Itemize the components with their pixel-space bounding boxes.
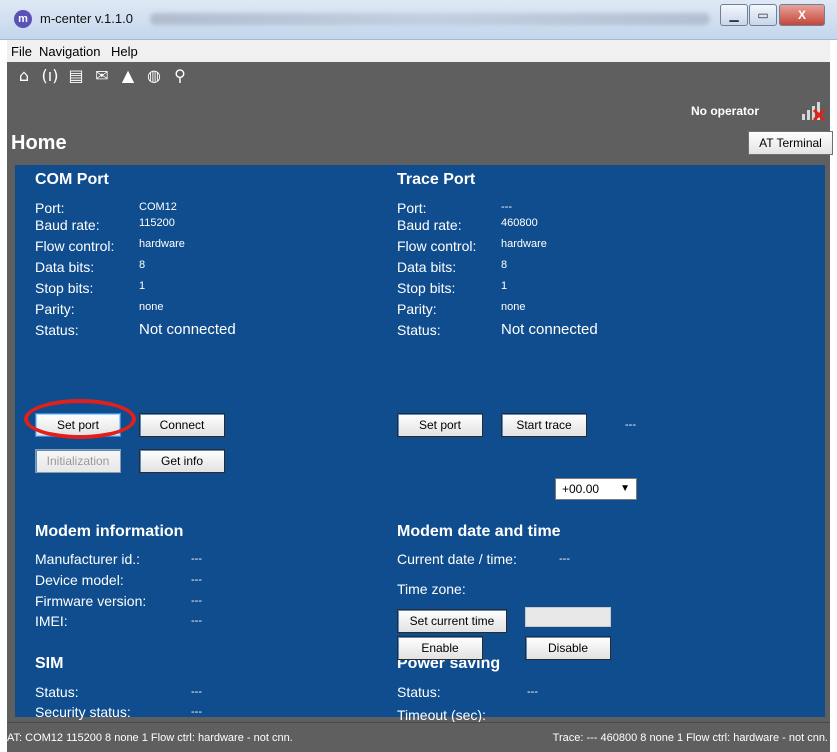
com-flow-value: hardware — [139, 238, 185, 250]
com-status-label: Status: — [35, 322, 79, 338]
timeout-label: Timeout (sec): — [397, 707, 486, 723]
trace-baud-value: 460800 — [501, 217, 538, 229]
start-trace-button[interactable]: Start trace — [501, 413, 587, 437]
trace-baud-label: Baud rate: — [397, 217, 462, 233]
minimize-button[interactable]: ▁ — [720, 4, 748, 26]
device-model-value: --- — [191, 574, 202, 586]
com-port-value: COM12 — [139, 201, 177, 213]
com-stopbits-label: Stop bits: — [35, 280, 94, 296]
com-parity-label: Parity: — [35, 301, 75, 317]
sim-status-value: --- — [191, 686, 202, 698]
security-status-value: --- — [191, 706, 202, 718]
chevron-down-icon: ▼ — [620, 483, 630, 494]
at-status-text: AT: COM12 115200 8 none 1 Flow ctrl: har… — [7, 732, 293, 744]
com-baud-label: Baud rate: — [35, 217, 100, 233]
app-area: ⌂ (ı) ▤ ✉ ▲ ◍ ⚲ No operator Home AT Term… — [7, 62, 833, 723]
com-parity-value: none — [139, 301, 164, 313]
disable-button[interactable]: Disable — [525, 636, 611, 660]
com-port-label: Port: — [35, 200, 65, 216]
time-zone-value: +00.00 — [562, 482, 600, 496]
trace-status-text: Trace: --- 460800 8 none 1 Flow ctrl: ha… — [552, 732, 828, 744]
trace-databits-label: Data bits: — [397, 259, 457, 275]
trace-port-label: Port: — [397, 200, 427, 216]
mail-icon[interactable]: ✉ — [93, 66, 111, 86]
trace-stopbits-label: Stop bits: — [397, 280, 456, 296]
highlight-ellipse — [24, 399, 136, 439]
trace-port-title: Trace Port — [397, 171, 476, 188]
antenna-icon[interactable]: ⚲ — [171, 66, 189, 86]
com-stopbits-value: 1 — [139, 280, 146, 292]
manufacturer-value: --- — [191, 553, 202, 565]
security-status-label: Security status: — [35, 704, 131, 720]
com-databits-value: 8 — [139, 259, 146, 271]
trace-parity-label: Parity: — [397, 301, 437, 317]
firmware-value: --- — [191, 595, 202, 607]
com-connect-button[interactable]: Connect — [139, 413, 225, 437]
current-datetime-label: Current date / time: — [397, 551, 517, 567]
close-button[interactable]: X — [779, 4, 825, 26]
menu-file[interactable]: File — [11, 44, 32, 59]
at-terminal-button[interactable]: AT Terminal — [748, 131, 833, 155]
imei-label: IMEI: — [35, 613, 68, 629]
trace-status-value: Not connected — [501, 321, 598, 338]
modem-info-title: Modem information — [35, 523, 184, 540]
menu-bar: File Navigation Help — [7, 40, 830, 62]
current-datetime-value: --- — [559, 553, 570, 565]
enable-button[interactable]: Enable — [397, 636, 483, 660]
alert-icon[interactable]: ▲ — [119, 66, 137, 86]
timeout-input[interactable] — [525, 607, 611, 627]
time-zone-select[interactable]: +00.00 ▼ — [555, 478, 637, 500]
modem-datetime-title: Modem date and time — [397, 523, 561, 540]
trace-parity-value: none — [501, 301, 526, 313]
sim-status-label: Status: — [35, 684, 79, 700]
sim-title: SIM — [35, 655, 64, 672]
com-baud-value: 115200 — [139, 217, 175, 229]
set-current-time-button[interactable]: Set current time — [397, 609, 507, 633]
title-bar: m m-center v.1.1.0 ▁ ▭ X — [0, 0, 837, 40]
status-bar: AT: COM12 115200 8 none 1 Flow ctrl: har… — [7, 722, 830, 752]
time-zone-label: Time zone: — [397, 581, 466, 597]
ps-status-label: Status: — [397, 684, 441, 700]
com-port-title: COM Port — [35, 171, 109, 188]
globe-icon[interactable]: ◍ — [145, 66, 163, 86]
maximize-button[interactable]: ▭ — [749, 4, 777, 26]
menu-navigation[interactable]: Navigation — [39, 44, 100, 59]
com-databits-label: Data bits: — [35, 259, 95, 275]
get-info-button[interactable]: Get info — [139, 449, 225, 473]
trace-stopbits-value: 1 — [501, 280, 508, 292]
window-title: m-center v.1.1.0 — [40, 11, 133, 26]
device-model-label: Device model: — [35, 572, 124, 588]
main-panel: COM Port Port: COM12 Baud rate: 115200 F… — [15, 165, 825, 723]
page-title: Home — [11, 132, 67, 154]
imei-value: --- — [191, 615, 202, 627]
wireless-icon[interactable]: (ı) — [41, 66, 59, 86]
firmware-label: Firmware version: — [35, 593, 147, 609]
toolbar: ⌂ (ı) ▤ ✉ ▲ ◍ ⚲ — [15, 66, 189, 90]
trace-flow-value: hardware — [501, 238, 547, 250]
trace-set-port-button[interactable]: Set port — [397, 413, 483, 437]
trace-status-label: Status: — [397, 322, 441, 338]
trace-info-value: --- — [625, 419, 636, 431]
com-flow-label: Flow control: — [35, 238, 115, 254]
home-icon[interactable]: ⌂ — [15, 66, 33, 86]
app-icon: m — [14, 10, 32, 28]
trace-port-value: --- — [501, 201, 512, 213]
sms-icon[interactable]: ▤ — [67, 66, 85, 86]
blurred-title-area — [150, 13, 710, 25]
com-status-value: Not connected — [139, 321, 236, 338]
initialization-button[interactable]: Initialization — [35, 449, 121, 473]
manufacturer-label: Manufacturer id.: — [35, 551, 141, 567]
operator-label: No operator — [691, 104, 760, 118]
no-signal-icon — [802, 102, 826, 122]
menu-help[interactable]: Help — [111, 44, 138, 59]
trace-flow-label: Flow control: — [397, 238, 477, 254]
trace-databits-value: 8 — [501, 259, 508, 271]
ps-status-value: --- — [527, 686, 538, 698]
